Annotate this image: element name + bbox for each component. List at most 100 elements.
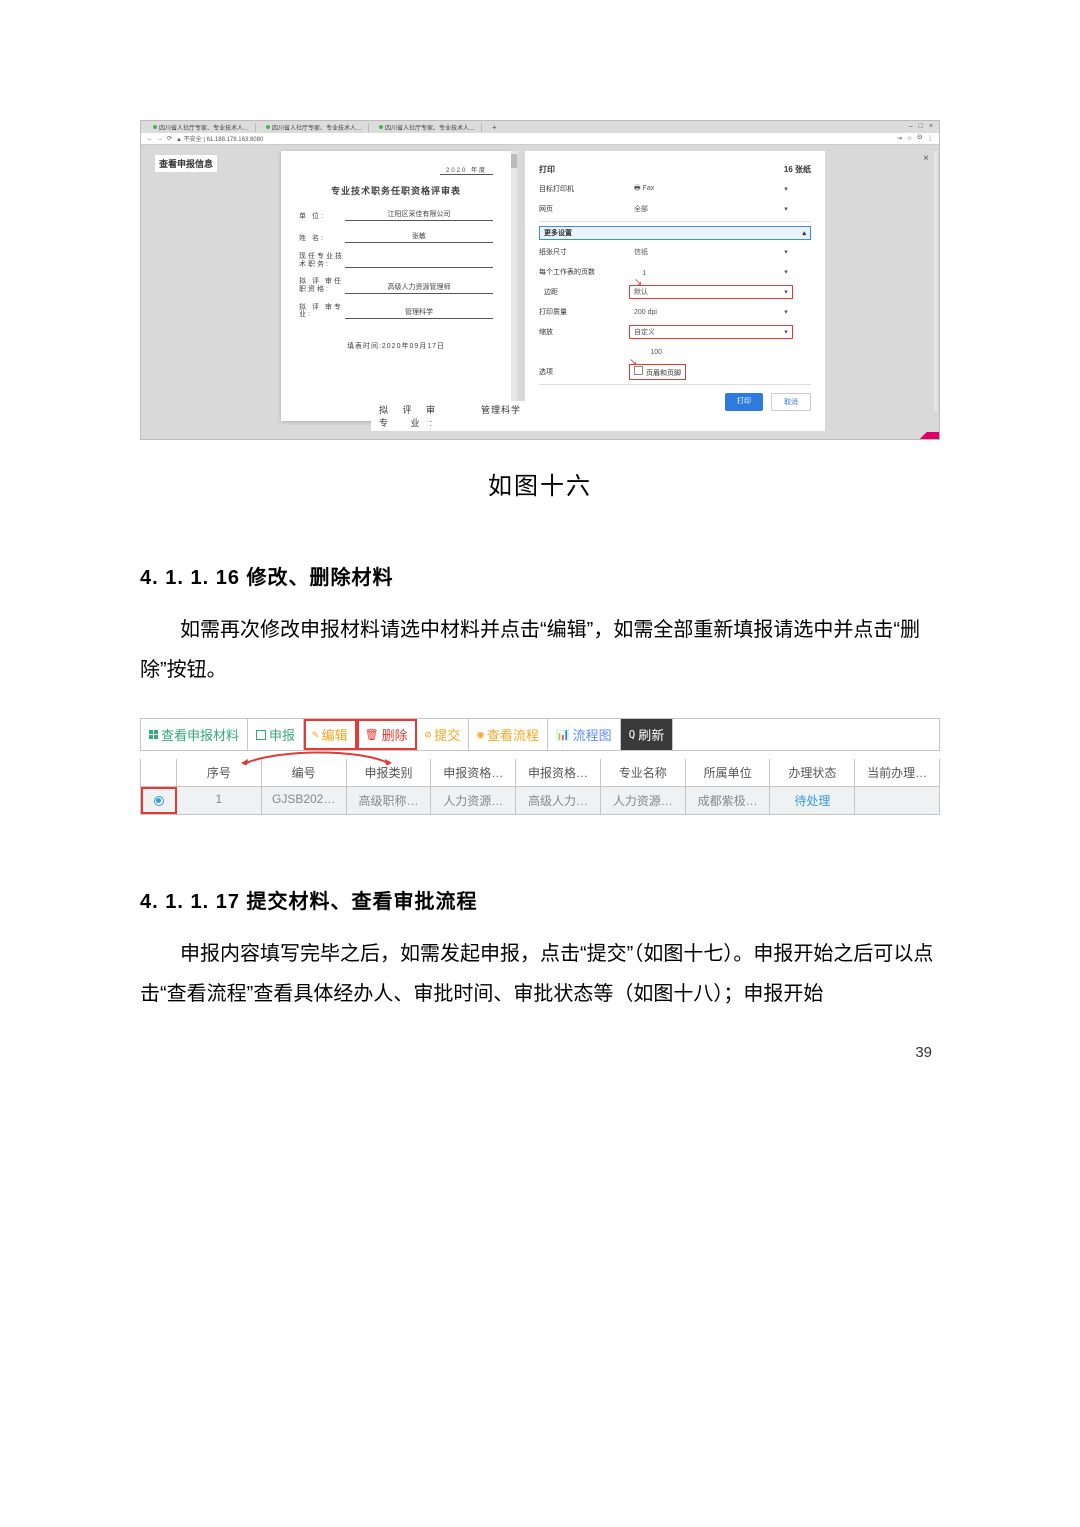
modal-close-icon[interactable]: × [923,153,929,164]
print-preview-page: 2020 年度 专业技术职务任职资格评审表 单 位:江阳区采佳有限公司 姓 名:… [281,151,511,421]
form-year: 2020 年度 [440,168,493,175]
lbl-npsrzzg: 拟 评 审任职资格: [299,278,345,293]
dest-select[interactable]: 🖶 Fax▾ [629,182,793,196]
col-curr: 当前办理… [855,759,939,786]
resize-corner [913,432,939,440]
fax-icon: 🖶 [634,185,641,192]
margin-select[interactable]: 默认▾ [629,285,793,299]
lbl-npszy: 拟 评 审专 业: [299,304,345,319]
lbl-xrzyjszw: 现任专业技术职务: [299,253,345,268]
figure-caption-16: 如图十六 [140,466,940,501]
cell-code: GJSB202… [262,787,347,814]
dialog-scrollbar[interactable] [934,151,937,411]
lbl-pages: 网页 [539,204,629,214]
cell-curr [855,787,939,814]
btn-view-flow[interactable]: ◉ 查看流程 [469,719,548,750]
btn-apply[interactable]: 申报 [248,719,304,750]
browser-tab-3[interactable]: 四川省人社厅专家、专业技术人… [373,123,482,132]
browser-tab-1[interactable]: 四川省人社厅专家、专业技术人… [147,123,256,132]
screenshot-toolbar-table: 查看申报材料 申报 ✎ 编辑 🗑 删除 ⊘ 提交 ◉ 查看流程 [140,718,940,815]
col-unit: 所属单位 [686,759,771,786]
trash-icon: 🗑 [365,728,379,741]
btn-flowchart[interactable]: 📊 流程图 [548,719,621,750]
form-title: 专业技术职务任职资格评审表 [299,184,493,197]
nav-back-icon[interactable]: ← [147,136,153,142]
val-npszy: 管理科学 [345,307,493,319]
lbl-options: 选项 [539,367,629,377]
col-qual1: 申报资格… [431,759,516,786]
section-body-4-1-1-16: 如需再次修改申报材料请选中材料并点击“编辑”，如需全部重新填报请选中并点击“删除… [140,610,940,690]
cell-unit: 成都紫极… [686,787,771,814]
lbl-dest: 目标打印机 [539,184,629,194]
red-arrow-icon: ↘ [634,277,642,288]
col-radio [141,759,177,786]
val-xrzyjszw [345,266,493,268]
address-bar: ← → ⟳ ▲ 不安全 | 61.188.178.163:8080 ⇥ ☆ Θ … [141,133,939,145]
opt-header-footer[interactable]: 页眉和页脚 [646,370,681,377]
window-min-button[interactable]: – [909,123,913,130]
col-pstatus: 办理状态 [770,759,855,786]
page-number: 39 [140,1044,932,1061]
underlying-page-text: 拟 评 审管理科学 专 业: [371,401,529,431]
val-npsrzzg: 高级人力资源管理师 [345,282,493,294]
search-icon: Q [629,728,636,741]
cell-qual1: 人力资源… [431,787,516,814]
profile-icon[interactable]: Θ [917,135,922,142]
preview-scrollbar[interactable] [511,151,517,421]
btn-delete[interactable]: 🗑 删除 [357,719,417,750]
pages-per-sheet-select[interactable]: ↘1▾ [629,265,793,279]
cell-qual2: 高级人力… [516,787,601,814]
scale-select[interactable]: 自定义▾ [629,325,793,339]
browser-tabstrip: 四川省人社厅专家、专业技术人… 四川省人社厅专家、专业技术人… 四川省人社厅专家… [141,121,939,133]
more-settings-toggle[interactable]: 更多设置▴ [539,226,811,240]
browser-tab-2[interactable]: 四川省人社厅专家、专业技术人… [260,123,369,132]
lbl-quality: 打印质量 [539,307,629,317]
section-body-4-1-1-17: 申报内容填写完毕之后，如需发起申报，点击“提交”（如图十七）。申报开始之后可以点… [140,934,940,1014]
papersize-select[interactable]: 信纸▾ [629,245,793,259]
section-heading-4-1-1-17: 4. 1. 1. 17 提交材料、查看审批流程 [140,885,940,914]
col-major: 专业名称 [601,759,686,786]
pencil-icon: ✎ [312,728,319,741]
scale-input[interactable]: 100 [650,349,662,356]
btn-view-materials[interactable]: 查看申报材料 [141,719,248,750]
window-close-button[interactable]: × [929,123,933,130]
window-max-button[interactable]: □ [919,123,923,130]
col-qual2: 申报资格… [516,759,601,786]
url-text[interactable]: 61.188.178.163:8080 [207,137,264,143]
ext-icon[interactable]: ⇥ [897,135,902,142]
quality-select[interactable]: 200 dpi▾ [629,305,793,319]
val-danwei: 江阳区采佳有限公司 [345,209,493,221]
screenshot-print-dialog: 四川省人社厅专家、专业技术人… 四川省人社厅专家、专业技术人… 四川省人社厅专家… [140,120,940,440]
lbl-danwei: 单 位: [299,211,345,221]
insecure-label: 不安全 [184,137,202,143]
eye-icon: ◉ [477,728,484,741]
bookmark-star-icon[interactable]: ☆ [907,135,912,142]
cell-seq: 1 [177,787,262,814]
print-dialog: 打印 16 张纸 目标打印机 🖶 Fax▾ 网页 全部▾ 更多设置▴ 纸张尺寸 … [525,151,825,431]
lbl-xingming: 姓 名: [299,233,345,243]
overflow-menu-icon[interactable]: ⋮ [927,135,933,142]
btn-refresh[interactable]: Q 刷新 [621,719,674,750]
lbl-scale: 缩放 [539,327,629,337]
caret-icon: ▾ [784,185,788,193]
cancel-button[interactable]: 取消 [771,393,811,411]
modal-title: 查看申报信息 [155,155,217,172]
btn-submit[interactable]: ⊘ 提交 [417,719,470,750]
print-button[interactable]: 打印 [725,393,763,411]
print-title: 打印 [539,164,629,175]
toolbar-spacer [673,719,939,750]
nav-reload-icon[interactable]: ⟳ [167,135,172,142]
lbl-papersize: 纸张尺寸 [539,247,629,257]
pages-select[interactable]: 全部▾ [629,202,793,216]
btn-edit[interactable]: ✎ 编辑 [304,719,357,750]
nav-forward-icon[interactable]: → [157,136,163,142]
checkbox-icon [256,730,266,740]
section-heading-4-1-1-16: 4. 1. 1. 16 修改、删除材料 [140,561,940,590]
new-tab-button[interactable]: + [486,123,503,132]
lbl-margin: 边距 [539,287,629,297]
table-row[interactable]: 1 GJSB202… 高级职称… 人力资源… 高级人力… 人力资源… 成都紫极…… [140,787,940,815]
lbl-pages-per-sheet: 每个工作表的页数 [539,267,629,277]
val-xingming: 张敏 [345,231,493,243]
stop-icon: ⊘ [425,728,432,741]
cell-radio[interactable] [141,787,177,814]
